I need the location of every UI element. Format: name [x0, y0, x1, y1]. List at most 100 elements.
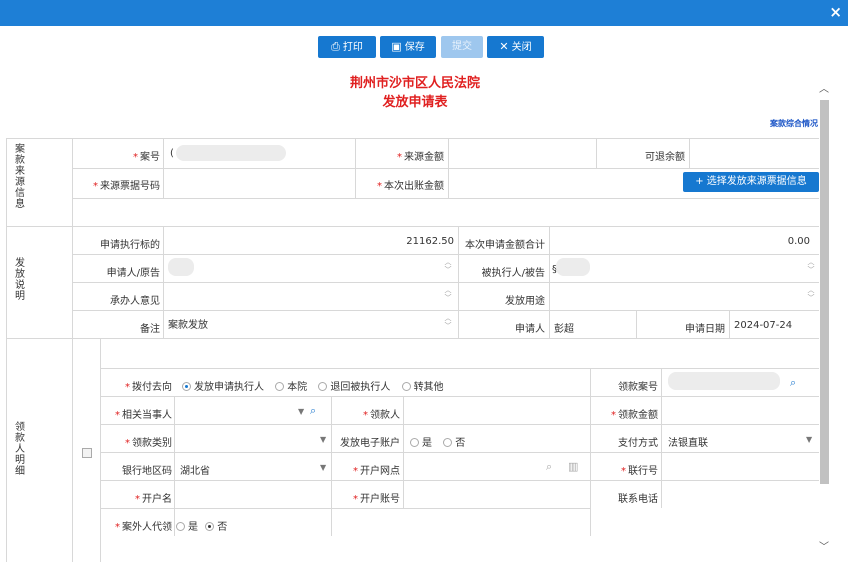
col-divider: [549, 226, 550, 338]
row-divider: [6, 138, 819, 139]
exec-target-value[interactable]: 21162.50: [386, 236, 454, 247]
chevron-down-icon[interactable]: ▼: [806, 435, 812, 444]
direction-option-applicant[interactable]: 发放申请执行人: [182, 382, 264, 393]
payee-label: * 领款人: [363, 410, 400, 421]
spinner-icon[interactable]: ︿ ﹀: [806, 258, 816, 274]
row-divider: [72, 198, 819, 199]
redacted-case-no: [176, 145, 286, 161]
col-divider: [355, 138, 356, 198]
bank-code-label: * 联行号: [621, 466, 658, 477]
spinner-icon[interactable]: ︿ ﹀: [443, 314, 453, 330]
e-account-yes[interactable]: 是: [410, 438, 432, 449]
col-divider: [661, 368, 662, 508]
window-titlebar: ×: [0, 0, 848, 26]
e-account-radio-group: 是 否: [410, 434, 465, 449]
direction-option-return[interactable]: 退回被执行人: [318, 382, 390, 393]
chevron-down-icon[interactable]: ▼: [320, 463, 326, 472]
row-divider: [100, 480, 819, 481]
search-icon[interactable]: ⌕: [790, 376, 796, 390]
col-divider: [163, 138, 164, 198]
branch-label: * 开户网点: [353, 466, 400, 477]
col-divider: [448, 138, 449, 198]
search-icon[interactable]: ⌕: [546, 460, 552, 474]
purpose-label: 发放用途: [505, 296, 545, 307]
print-button[interactable]: ⎙ 打印: [318, 36, 376, 58]
row-divider: [72, 254, 819, 255]
proxy-label: * 案外人代领: [115, 522, 172, 533]
row-divider: [6, 338, 819, 339]
spinner-icon[interactable]: ︿ ﹀: [443, 258, 453, 274]
court-name: 荆州市沙市区人民法院: [349, 76, 480, 91]
row-divider: [72, 282, 819, 283]
e-account-no[interactable]: 否: [443, 438, 465, 449]
direction-radio-group: 发放申请执行人 本院 退回被执行人 转其他: [182, 378, 444, 393]
select-receipt-button[interactable]: + 选择发放来源票据信息: [683, 172, 819, 192]
remark-value[interactable]: 案款发放: [168, 316, 208, 331]
bank-region-label: 银行地区码: [122, 466, 172, 477]
row-divider: [72, 168, 819, 169]
case-no-value[interactable]: (: [170, 148, 174, 159]
row-divider: [100, 368, 819, 369]
receipt-no-label: * 来源票据号码: [93, 181, 160, 192]
col-divider: [636, 310, 637, 338]
close-icon[interactable]: ×: [829, 4, 842, 20]
application-form: 案款来源信息 * 案号 ( * 来源金额 可退余额 * 来源票据号码 * 本次出账金额 …: [6, 138, 819, 562]
row-checkbox[interactable]: [82, 448, 92, 458]
form-title: 发放申请表: [382, 95, 448, 110]
chevron-down-icon[interactable]: ▼: [298, 407, 304, 416]
row-divider: [100, 424, 819, 425]
proxy-yes[interactable]: 是: [176, 522, 198, 533]
col-divider: [100, 338, 101, 562]
direction-label: * 拨付去向: [125, 382, 172, 393]
save-button[interactable]: ▣ 保存: [380, 36, 436, 58]
row-divider: [100, 396, 819, 397]
total-label: 本次申请金额合计: [465, 240, 545, 251]
proxy-radio-group: 是 否: [176, 518, 227, 533]
officer-opinion-label: 承办人意见: [110, 296, 160, 307]
applicant-label: 申请人/原告: [106, 268, 160, 279]
col-divider: [331, 396, 332, 536]
account-name-label: * 开户名: [135, 494, 172, 505]
col-divider: [596, 138, 597, 168]
chevron-down-icon[interactable]: ▼: [320, 435, 326, 444]
section-label-payout: 发放说明: [15, 258, 25, 302]
proxy-no[interactable]: 否: [205, 522, 227, 533]
scrollbar-thumb[interactable]: [820, 100, 829, 484]
redacted-applicant: [168, 258, 194, 276]
col-divider: [689, 138, 690, 168]
section-label-case-source: 案款来源信息: [15, 144, 25, 210]
phone-label: 联系电话: [618, 494, 658, 505]
spinner-icon[interactable]: ︿ ﹀: [443, 286, 453, 302]
apply-date-value[interactable]: 2024-07-24: [734, 320, 792, 331]
scroll-down-icon[interactable]: ﹀: [819, 538, 829, 553]
case-no-label: * 案号: [133, 152, 160, 163]
summary-link[interactable]: 案款综合情况: [770, 118, 818, 129]
direction-option-other[interactable]: 转其他: [401, 382, 444, 393]
type-label: * 领款类别: [125, 438, 172, 449]
row-divider: [100, 452, 819, 453]
close-button[interactable]: ✕ 关闭: [487, 36, 544, 58]
pay-method-label: 支付方式: [618, 438, 658, 449]
scroll-up-icon[interactable]: ︿: [819, 80, 829, 95]
total-value: 0.00: [787, 236, 810, 247]
trash-icon[interactable]: ▥: [568, 460, 578, 473]
toolbar: ⎙ 打印 ▣ 保存 提交 ✕ 关闭: [0, 36, 848, 58]
col-divider: [72, 138, 73, 562]
e-account-label: 发放电子账户: [340, 438, 400, 449]
redacted-respondent: [556, 258, 590, 276]
apply-person-label: 申请人: [515, 324, 545, 335]
submit-button[interactable]: 提交: [441, 36, 483, 58]
direction-option-court[interactable]: 本院: [275, 382, 307, 393]
amount-label: * 领款金额: [611, 410, 658, 421]
spinner-icon[interactable]: ︿ ﹀: [806, 286, 816, 302]
search-icon[interactable]: ⌕: [310, 404, 316, 418]
bank-region-value[interactable]: 湖北省: [180, 462, 210, 477]
col-divider: [458, 226, 459, 338]
apply-date-label: 申请日期: [685, 324, 725, 335]
exec-target-label: 申请执行标的: [100, 240, 160, 251]
pay-method-value[interactable]: 法银直联: [668, 434, 708, 449]
col-divider: [590, 368, 591, 536]
row-divider: [72, 310, 819, 311]
apply-person-value: 彭超: [554, 324, 574, 335]
payout-amount-label: * 本次出账金额: [377, 181, 444, 192]
